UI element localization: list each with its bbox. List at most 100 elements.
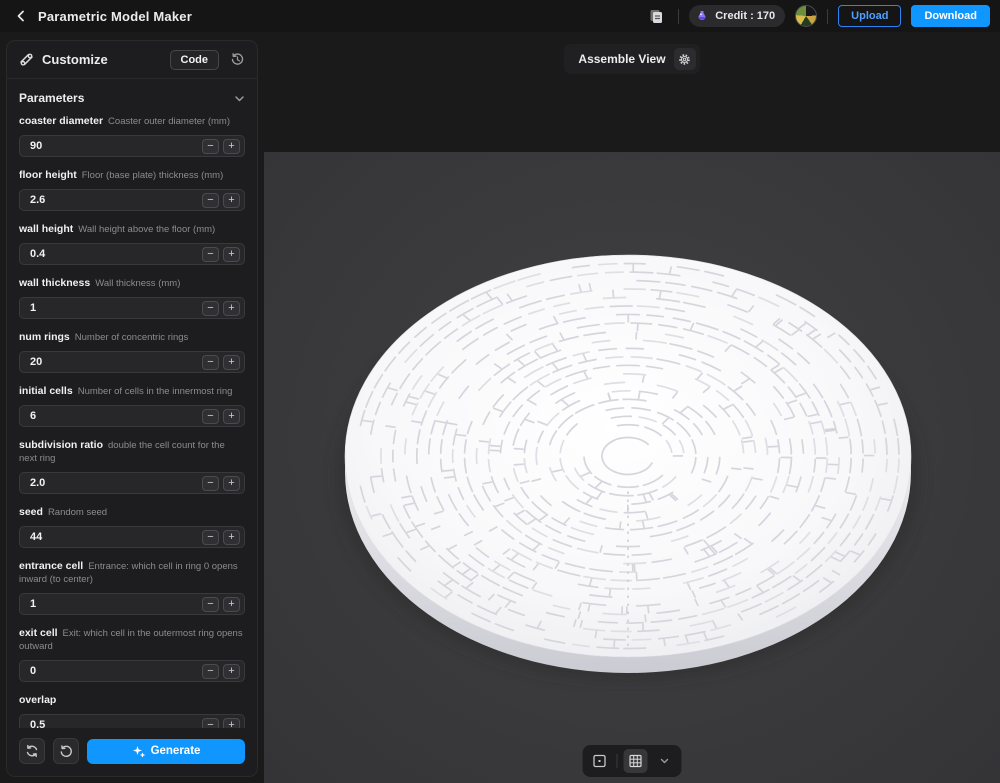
parameter-group: num rings Number of concentric rings 20 −… — [19, 331, 245, 373]
decrement-button[interactable]: − — [202, 718, 219, 729]
decrement-button[interactable]: − — [202, 664, 219, 679]
parameter-input[interactable]: 0 − + — [19, 660, 245, 682]
parameter-group: entrance cellEntrance: which cell in rin… — [19, 560, 245, 615]
increment-button[interactable]: + — [223, 193, 240, 208]
decrement-button[interactable]: − — [202, 139, 219, 154]
chevron-down-icon — [660, 756, 670, 766]
parameter-name: num rings — [19, 331, 70, 343]
assemble-view-pill[interactable]: Assemble View — [564, 44, 699, 74]
parameter-name: floor height — [19, 169, 77, 181]
parameter-name: subdivision ratio — [19, 439, 103, 451]
parameter-input[interactable]: 0.4 − + — [19, 243, 245, 265]
parameter-description: Wall thickness (mm) — [95, 278, 180, 289]
stepper-buttons: − + — [202, 193, 240, 208]
potion-icon — [695, 9, 709, 23]
view-toolbar — [583, 745, 682, 777]
avatar[interactable] — [795, 5, 817, 27]
parameters-section-toggle[interactable]: Parameters — [19, 91, 245, 105]
increment-button[interactable]: + — [223, 530, 240, 545]
grid-view-button[interactable] — [624, 749, 648, 773]
panel-footer: Generate — [7, 728, 257, 776]
decrement-button[interactable]: − — [202, 476, 219, 491]
parameter-name: entrance cell — [19, 560, 83, 572]
history-button[interactable] — [227, 50, 247, 70]
decrement-button[interactable]: − — [202, 530, 219, 545]
parameter-input[interactable]: 2.6 − + — [19, 189, 245, 211]
increment-button[interactable]: + — [223, 301, 240, 316]
increment-button[interactable]: + — [223, 409, 240, 424]
decrement-button[interactable]: − — [202, 355, 219, 370]
credit-badge[interactable]: Credit : 170 — [689, 5, 785, 27]
parameter-input[interactable]: 0.5 − + — [19, 714, 245, 728]
decrement-button[interactable]: − — [202, 247, 219, 262]
assemble-settings-button[interactable] — [674, 48, 696, 70]
parameter-value: 0 — [30, 665, 36, 677]
parameter-value: 1 — [30, 302, 36, 314]
decrement-button[interactable]: − — [202, 193, 219, 208]
parameter-group: floor heightFloor (base plate) thickness… — [19, 169, 245, 211]
customize-panel: Customize Code Parameters coaster diamet… — [6, 40, 258, 777]
upload-button[interactable]: Upload — [838, 5, 901, 27]
parameter-value: 20 — [30, 356, 42, 368]
parameter-description: Random seed — [48, 507, 107, 518]
increment-button[interactable]: + — [223, 247, 240, 262]
parameter-input[interactable]: 44 − + — [19, 526, 245, 548]
decrement-button[interactable]: − — [202, 409, 219, 424]
parameter-name: initial cells — [19, 385, 73, 397]
parameter-labels: initial cellsNumber of cells in the inne… — [19, 385, 245, 398]
gear-icon — [678, 53, 691, 66]
parameter-value: 6 — [30, 410, 36, 422]
parameter-labels: seed Random seed — [19, 506, 245, 519]
generate-button[interactable]: Generate — [87, 739, 245, 764]
regenerate-button[interactable] — [19, 738, 45, 764]
parameter-input[interactable]: 90 − + — [19, 135, 245, 157]
decrement-button[interactable]: − — [202, 597, 219, 612]
docs-button[interactable] — [644, 4, 668, 28]
parameter-description: Number of concentric rings — [75, 332, 189, 343]
parameter-group: coaster diameterCoaster outer diameter (… — [19, 115, 245, 157]
parameter-name: seed — [19, 506, 43, 518]
parameter-input[interactable]: 1 − + — [19, 297, 245, 319]
header-divider — [827, 9, 828, 24]
parameter-input[interactable]: 6 − + — [19, 405, 245, 427]
parameter-value: 2.0 — [30, 477, 45, 489]
chevron-down-icon — [234, 93, 245, 104]
parameter-labels: wall heightWall height above the floor (… — [19, 223, 245, 236]
view-options-button[interactable] — [654, 750, 676, 772]
increment-button[interactable]: + — [223, 597, 240, 612]
sparkle-icon — [132, 745, 145, 758]
parameter-labels: wall thickness Wall thickness (mm) — [19, 277, 245, 290]
parameters-list: coaster diameterCoaster outer diameter (… — [19, 115, 245, 728]
increment-button[interactable]: + — [223, 355, 240, 370]
parameter-input[interactable]: 2.0 − + — [19, 472, 245, 494]
panel-title: Customize — [42, 52, 108, 67]
parameter-input[interactable]: 20 − + — [19, 351, 245, 373]
parameter-value: 0.5 — [30, 719, 45, 728]
model-viewport[interactable] — [264, 152, 1000, 783]
grid-icon — [629, 754, 643, 768]
increment-button[interactable]: + — [223, 139, 240, 154]
documents-icon — [648, 8, 664, 24]
stepper-buttons: − + — [202, 409, 240, 424]
panel-body: Parameters coaster diameterCoaster outer… — [7, 79, 257, 728]
download-button[interactable]: Download — [911, 5, 990, 27]
parameter-group: subdivision ratiodouble the cell count f… — [19, 439, 245, 494]
stepper-buttons: − + — [202, 664, 240, 679]
decrement-button[interactable]: − — [202, 301, 219, 316]
frame-view-button[interactable] — [589, 750, 611, 772]
parameter-group: exit cellExit: which cell in the outermo… — [19, 627, 245, 682]
reset-button[interactable] — [53, 738, 79, 764]
frame-icon — [593, 754, 607, 768]
back-button[interactable] — [10, 5, 32, 27]
code-button[interactable]: Code — [170, 50, 220, 70]
parameter-labels: entrance cellEntrance: which cell in rin… — [19, 560, 245, 586]
increment-button[interactable]: + — [223, 664, 240, 679]
parameter-input[interactable]: 1 − + — [19, 593, 245, 615]
increment-button[interactable]: + — [223, 476, 240, 491]
parameter-name: coaster diameter — [19, 115, 103, 127]
parameter-name: wall thickness — [19, 277, 90, 289]
parameter-name: exit cell — [19, 627, 58, 639]
parameter-value: 0.4 — [30, 248, 45, 260]
increment-button[interactable]: + — [223, 718, 240, 729]
header-divider — [678, 9, 679, 24]
